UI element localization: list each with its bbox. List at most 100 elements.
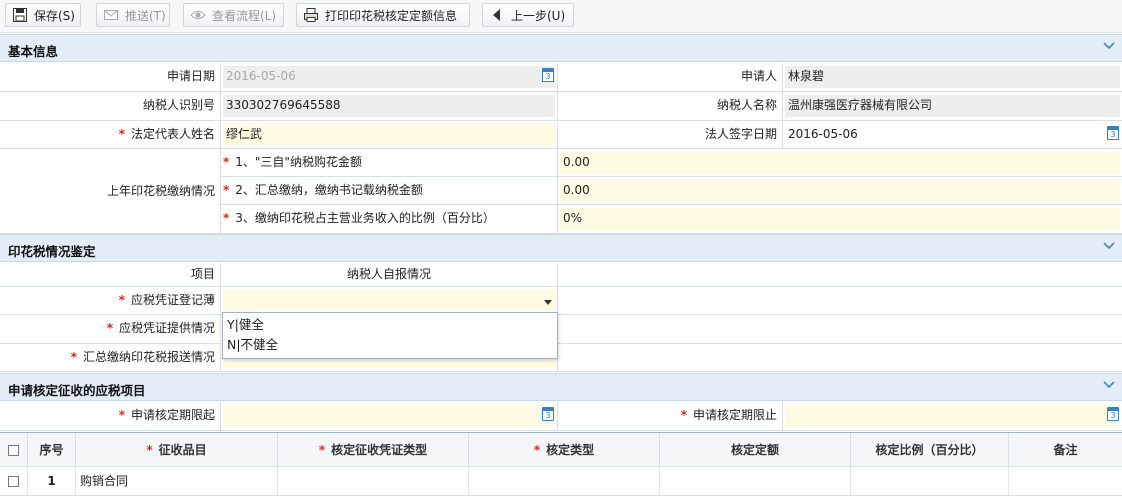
select-all-cell (0, 433, 28, 466)
section-apply-title: 申请核定征收的应税项目 (8, 383, 146, 398)
apply-date-label: 申请日期 (0, 63, 221, 91)
required-mark: * (146, 443, 153, 457)
row-taxpayer-id: 纳税人识别号 330302769645588 纳税人名称 温州康强医疗器械有限公… (0, 92, 1122, 121)
row-quota[interactable] (660, 467, 851, 495)
last-year-item-2-label: * 2、汇总缴纳，缴纳书记载纳税金额 (221, 177, 558, 204)
required-mark: * (118, 408, 125, 422)
stamp-row-3: * 汇总缴纳印花税报送情况 (0, 344, 1122, 372)
arrow-left-icon (489, 7, 505, 23)
col-no: 序号 (28, 433, 76, 466)
last-year-item-3-cell: 0% (558, 205, 1122, 233)
taxpayer-id-cell: 330302769645588 (221, 92, 558, 120)
last-year-item-3-label: * 3、缴纳印花税占主营业务收入的比例（百分比） (221, 205, 558, 233)
stamp-row-1: * 应税凭证登记薄 (0, 287, 1122, 315)
required-mark: * (533, 443, 541, 457)
eye-icon (190, 7, 206, 23)
save-button[interactable]: 保存(S) (5, 3, 81, 27)
legal-rep-field[interactable]: 缪仁武 (223, 124, 555, 145)
legal-sign-date-field[interactable]: 2016-05-06 (785, 124, 1120, 145)
apply-date-field[interactable]: 2016-05-06 (223, 66, 555, 88)
apply-date-cell: 2016-05-06 3 (221, 63, 558, 91)
section-basic-title: 基本信息 (8, 44, 59, 59)
chevron-down-icon[interactable] (1102, 378, 1116, 392)
taxpayer-name-field[interactable]: 温州康强医疗器械有限公司 (785, 95, 1120, 117)
calendar-icon[interactable]: 3 (1107, 126, 1119, 140)
grid-header: 序号 * 征收品目 * 核定征收凭证类型 * 核定类型 核定定额 核定比例（百分比） … (0, 432, 1122, 467)
row-no: 1 (28, 467, 76, 495)
calendar-icon[interactable]: 3 (1107, 407, 1119, 421)
col-item: * 征收品目 (76, 433, 278, 466)
stamp-row-1-label: * 应税凭证登记薄 (0, 287, 221, 314)
mail-icon (103, 7, 119, 23)
taxpayer-name-cell: 温州康强医疗器械有限公司 (783, 92, 1122, 120)
select-all-checkbox[interactable] (8, 445, 19, 456)
save-icon (12, 7, 28, 23)
apply-start-field[interactable] (223, 405, 555, 427)
col-voucher-type: * 核定征收凭证类型 (278, 433, 469, 466)
calendar-icon[interactable]: 3 (542, 407, 554, 421)
toolbar: 保存(S) 推送(T) 查看流程(L) 打印印花税核定定额信息 上一步(U) (0, 0, 1122, 33)
dropdown-option-yes[interactable]: Y|健全 (223, 315, 557, 335)
last-year-item-3-field[interactable]: 0% (560, 208, 1120, 230)
printer-icon (303, 7, 319, 23)
stamp-row-2-label: * 应税凭证提供情况 (0, 315, 221, 343)
last-year-item-2-cell: 0.00 (558, 177, 1122, 204)
row-select-cell (0, 467, 28, 495)
caret-down-icon[interactable] (543, 296, 553, 310)
dropdown-option-no[interactable]: N|不健全 (223, 335, 557, 355)
row-legal-rep: * 法定代表人姓名 缪仁武 法人签字日期 2016-05-06 3 (0, 121, 1122, 149)
push-label: 推送(T) (125, 8, 166, 23)
last-year-item-2-field[interactable]: 0.00 (560, 180, 1120, 201)
section-apply-header[interactable]: 申请核定征收的应税项目 (0, 373, 1122, 401)
row-checkbox[interactable] (8, 476, 19, 487)
row-apply-period: * 申请核定期限起 3 * 申请核定期限止 3 (0, 402, 1122, 431)
last-year-item-2: * 2、汇总缴纳，缴纳书记载纳税金额 0.00 (221, 177, 1122, 205)
section-basic-header[interactable]: 基本信息 (0, 34, 1122, 62)
taxpayer-id-label: 纳税人识别号 (0, 92, 221, 120)
row-remark[interactable] (1009, 467, 1122, 495)
apply-start-label: * 申请核定期限起 (0, 402, 221, 430)
apply-start-cell: 3 (221, 402, 558, 430)
legal-sign-date-label: 法人签字日期 (558, 121, 783, 148)
col-assess-type: * 核定类型 (469, 433, 660, 466)
back-label: 上一步(U) (511, 8, 566, 23)
stamp-col-item: 项目 (0, 263, 221, 286)
applicant-field[interactable]: 林泉碧 (785, 66, 1120, 88)
stamp-row-1-cell (221, 287, 558, 314)
stamp-row-1-select[interactable] (223, 290, 555, 311)
row-ratio[interactable] (851, 467, 1009, 495)
last-year-item-3: * 3、缴纳印花税占主营业务收入的比例（百分比） 0% (221, 205, 1122, 234)
taxpayer-id-field[interactable]: 330302769645588 (223, 95, 555, 117)
stamp-row-3-label: * 汇总缴纳印花税报送情况 (0, 344, 221, 371)
push-button[interactable]: 推送(T) (96, 3, 170, 27)
calendar-icon[interactable]: 3 (542, 68, 554, 82)
table-row[interactable]: 1 购销合同 (0, 467, 1122, 496)
apply-end-label: * 申请核定期限止 (558, 402, 783, 430)
view-flow-button[interactable]: 查看流程(L) (183, 3, 284, 27)
required-mark: * (70, 350, 77, 364)
apply-end-field[interactable] (785, 405, 1120, 427)
legal-rep-label: * 法定代表人姓名 (0, 121, 221, 148)
row-item[interactable]: 购销合同 (76, 467, 278, 495)
last-year-item-1-field[interactable]: 0.00 (560, 152, 1120, 173)
apply-end-cell: 3 (783, 402, 1122, 430)
chevron-down-icon[interactable] (1102, 39, 1116, 53)
last-year-item-1-label: * 1、"三自"纳税购花金额 (221, 149, 558, 176)
taxpayer-name-label: 纳税人名称 (558, 92, 783, 120)
last-year-item-1-cell: 0.00 (558, 149, 1122, 176)
row-apply-date: 申请日期 2016-05-06 3 申请人 林泉碧 (0, 63, 1122, 92)
back-button[interactable]: 上一步(U) (482, 3, 574, 27)
required-mark: * (318, 443, 326, 457)
required-mark: * (680, 408, 687, 422)
section-stamp-header[interactable]: 印花税情况鉴定 (0, 234, 1122, 262)
row-assess-type[interactable] (469, 467, 660, 495)
row-voucher-type[interactable] (278, 467, 469, 495)
chevron-down-icon[interactable] (1102, 239, 1116, 253)
print-button[interactable]: 打印印花税核定定额信息 (296, 3, 470, 27)
applicant-cell: 林泉碧 (783, 63, 1122, 91)
stamp-col-self: 纳税人自报情况 (221, 263, 558, 286)
view-flow-label: 查看流程(L) (212, 8, 277, 23)
last-year-item-1: * 1、"三自"纳税购花金额 0.00 (221, 149, 1122, 177)
required-mark: * (106, 321, 113, 335)
applicant-label: 申请人 (558, 63, 783, 91)
